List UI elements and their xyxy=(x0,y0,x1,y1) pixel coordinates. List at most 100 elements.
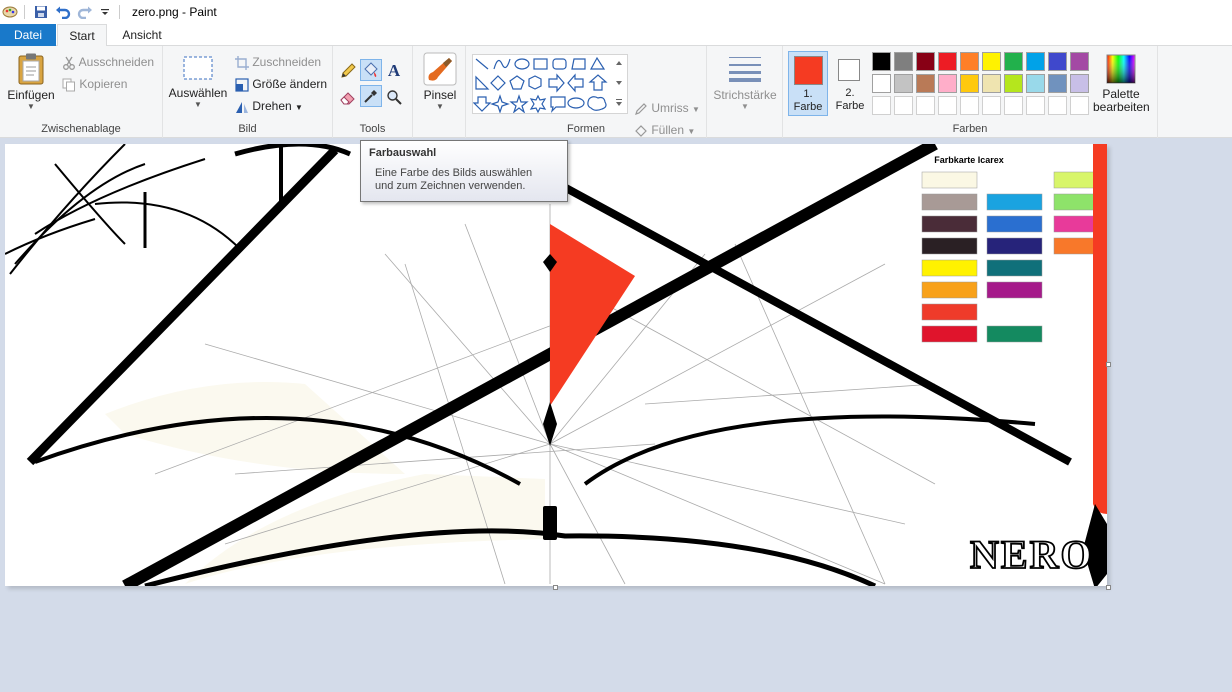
text-a-icon: A xyxy=(387,61,401,80)
tooltip-line-1: Eine Farbe des Bilds auswählen xyxy=(375,167,533,179)
palette-swatch[interactable] xyxy=(960,52,979,71)
outline-label: Umriss xyxy=(651,101,689,115)
rotate-dropdown-icon[interactable]: ▼ xyxy=(295,103,303,112)
tab-file[interactable]: Datei xyxy=(0,24,56,46)
magnifier-tool[interactable] xyxy=(383,86,405,108)
select-rectangle-icon xyxy=(183,56,213,80)
color1-label-text: Farbe xyxy=(793,101,823,113)
palette-swatch[interactable] xyxy=(938,52,957,71)
edit-colors-label-2: bearbeiten xyxy=(1093,100,1150,114)
cut-button[interactable]: Ausschneiden xyxy=(62,55,154,70)
palette-swatch[interactable] xyxy=(1070,74,1089,93)
brushes-label: Pinsel xyxy=(423,88,457,102)
undo-icon[interactable] xyxy=(55,4,71,20)
color1-label-number: 1. xyxy=(803,88,813,100)
oval-callout-shape-icon xyxy=(567,97,585,109)
palette-swatch[interactable] xyxy=(916,52,935,71)
palette-custom-slot[interactable] xyxy=(894,96,913,115)
customize-quick-access-icon[interactable] xyxy=(97,4,113,20)
palette-custom-slot[interactable] xyxy=(1004,96,1023,115)
paste-label: Einfügen xyxy=(7,88,55,102)
palette-swatch[interactable] xyxy=(916,74,935,93)
polygon-shape-icon xyxy=(571,58,586,70)
ribbon: Einfügen ▼ Ausschneiden Kopieren Zwische… xyxy=(0,46,1232,138)
palette-swatch[interactable] xyxy=(938,74,957,93)
color2-button[interactable]: 2. Farbe xyxy=(830,51,870,116)
palette-custom-slot[interactable] xyxy=(916,96,935,115)
palette-swatch[interactable] xyxy=(1026,74,1045,93)
brushes-button[interactable]: Pinsel ▼ xyxy=(419,52,461,111)
redo-icon[interactable] xyxy=(77,4,93,20)
brushes-dropdown-icon[interactable]: ▼ xyxy=(419,102,461,111)
canvas-resize-handle-corner[interactable] xyxy=(1106,585,1111,590)
paint-bucket-icon xyxy=(364,62,378,77)
group-clipboard: Einfügen ▼ Ausschneiden Kopieren Zwische… xyxy=(0,46,163,138)
paint-app-icon[interactable] xyxy=(2,4,18,20)
select-dropdown-icon[interactable]: ▼ xyxy=(167,100,229,109)
tab-start[interactable]: Start xyxy=(57,24,107,47)
palette-custom-slot[interactable] xyxy=(982,96,1001,115)
palette-custom-slot[interactable] xyxy=(938,96,957,115)
stroke-width-dropdown-icon[interactable]: ▼ xyxy=(711,102,779,111)
outline-button[interactable]: Umriss ▼ xyxy=(634,101,700,116)
save-icon[interactable] xyxy=(33,4,49,20)
color1-button[interactable]: 1. Farbe xyxy=(788,51,828,116)
palette-custom-slot[interactable] xyxy=(960,96,979,115)
oval-shape-icon xyxy=(514,58,530,70)
ribbon-tabs: Datei Start Ansicht xyxy=(0,24,1232,47)
nero-logo: NERO xyxy=(970,532,1094,577)
paste-dropdown-icon[interactable]: ▼ xyxy=(6,102,56,111)
canvas-resize-handle-bottom[interactable] xyxy=(553,585,558,590)
palette-swatch[interactable] xyxy=(872,74,891,93)
palette-swatch[interactable] xyxy=(894,74,913,93)
palette-swatch[interactable] xyxy=(1048,74,1067,93)
cloud-callout-shape-icon xyxy=(587,96,607,111)
color-picker-tool[interactable] xyxy=(360,85,382,107)
resize-button[interactable]: Größe ändern xyxy=(235,77,327,92)
shapes-gallery-icons xyxy=(472,56,622,114)
drawing-canvas[interactable]: Farbkarte Icarex NERO xyxy=(5,144,1107,586)
rotate-label: Drehen xyxy=(252,99,292,113)
eraser-tool[interactable] xyxy=(337,86,359,108)
fabric-swatch xyxy=(921,325,978,343)
palette-custom-slot[interactable] xyxy=(872,96,891,115)
palette-swatch[interactable] xyxy=(982,52,1001,71)
up-arrow-shape-icon xyxy=(588,74,608,91)
palette-swatch[interactable] xyxy=(894,52,913,71)
palette-swatch[interactable] xyxy=(1048,52,1067,71)
fill-tool[interactable] xyxy=(360,59,382,81)
crop-icon xyxy=(235,55,249,70)
copy-button[interactable]: Kopieren xyxy=(62,77,127,92)
group-image: Auswählen ▼ Zuschneiden Größe ändern Dre… xyxy=(163,46,333,138)
pencil-tool[interactable] xyxy=(337,60,359,82)
magnifier-icon xyxy=(387,90,402,105)
crop-button[interactable]: Zuschneiden xyxy=(235,55,321,70)
palette-custom-slot[interactable] xyxy=(1048,96,1067,115)
fabric-swatch xyxy=(921,193,978,211)
edit-colors-button[interactable]: Palette bearbeiten xyxy=(1093,54,1150,114)
select-button[interactable]: Auswählen ▼ xyxy=(167,54,229,109)
palette-swatch[interactable] xyxy=(982,74,1001,93)
palette-swatch[interactable] xyxy=(872,52,891,71)
palette-swatch[interactable] xyxy=(960,74,979,93)
paste-button[interactable]: Einfügen ▼ xyxy=(6,52,56,111)
fill-button[interactable]: Füllen ▼ xyxy=(634,123,695,138)
palette-swatch[interactable] xyxy=(1004,74,1023,93)
canvas-resize-handle-right[interactable] xyxy=(1106,362,1111,367)
palette-swatch[interactable] xyxy=(1004,52,1023,71)
fill-dropdown-icon[interactable]: ▼ xyxy=(687,127,695,136)
stroke-width-button[interactable]: Strichstärke ▼ xyxy=(711,54,779,111)
fabric-swatch xyxy=(986,281,1043,299)
fabric-swatch xyxy=(921,303,978,321)
tab-view[interactable]: Ansicht xyxy=(110,24,174,46)
palette-swatch[interactable] xyxy=(1026,52,1045,71)
outline-dropdown-icon[interactable]: ▼ xyxy=(692,105,700,114)
rotate-button[interactable]: Drehen ▼ xyxy=(235,99,303,114)
palette-custom-slot[interactable] xyxy=(1070,96,1089,115)
palette-swatch[interactable] xyxy=(1070,52,1089,71)
fabric-swatch xyxy=(921,281,978,299)
text-tool[interactable]: A xyxy=(383,60,405,82)
down-arrow-shape-icon xyxy=(472,96,492,112)
palette-custom-slot[interactable] xyxy=(1026,96,1045,115)
color1-swatch xyxy=(794,56,823,85)
